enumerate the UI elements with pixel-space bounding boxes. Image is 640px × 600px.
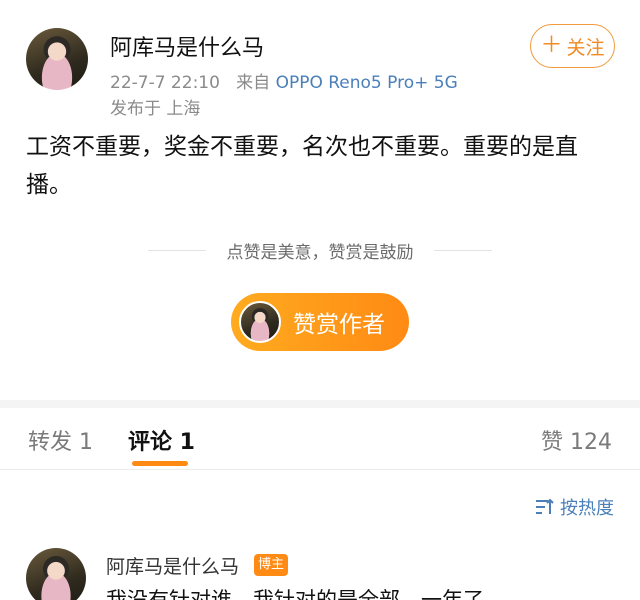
comment-text: 我没有针对谁，我针对的是全部。一年了	[106, 588, 484, 600]
sort-icon	[536, 498, 554, 514]
reward-tip: 点赞是美意，赞赏是鼓励	[226, 243, 414, 263]
post-card: 阿库马是什么马 22-7-7 22:10 来自 OPPO Reno5 Pro+ …	[0, 0, 640, 400]
interaction-tabs: 转发 1 评论 1 赞 124	[0, 408, 640, 470]
commenter-name[interactable]: 阿库马是什么马	[106, 552, 239, 579]
follow-label: 关注	[566, 36, 605, 59]
author-avatar[interactable]	[26, 28, 88, 90]
author-name[interactable]: 阿库马是什么马	[110, 30, 264, 62]
sort-button[interactable]: 按热度	[534, 494, 614, 520]
post-time: 22-7-7 22:10	[110, 73, 220, 93]
tab-comment[interactable]: 评论 1	[128, 424, 195, 456]
divider-right	[434, 250, 492, 251]
post-meta: 22-7-7 22:10 来自 OPPO Reno5 Pro+ 5G	[110, 68, 458, 93]
tab-repost[interactable]: 转发 1	[28, 424, 93, 456]
from-label: 来自	[236, 73, 271, 93]
author-badge: 博主	[254, 554, 289, 576]
section-separator	[0, 400, 640, 408]
reward-author-button[interactable]: 赞赏作者	[231, 293, 409, 351]
plus-icon: ＋	[540, 33, 563, 58]
sort-label: 按热度	[560, 498, 614, 519]
reward-avatar	[239, 301, 281, 343]
post-location: 发布于 上海	[110, 99, 201, 119]
reward-label: 赞赏作者	[293, 312, 385, 338]
post-content: 工资不重要，奖金不重要，名次也不重要。重要的是直播。	[26, 134, 578, 198]
follow-button[interactable]: ＋ 关注	[530, 24, 615, 68]
tab-like[interactable]: 赞 124	[541, 424, 612, 456]
active-tab-indicator	[132, 461, 188, 466]
device-link[interactable]: OPPO Reno5 Pro+ 5G	[276, 73, 458, 93]
commenter-avatar[interactable]	[26, 548, 86, 600]
